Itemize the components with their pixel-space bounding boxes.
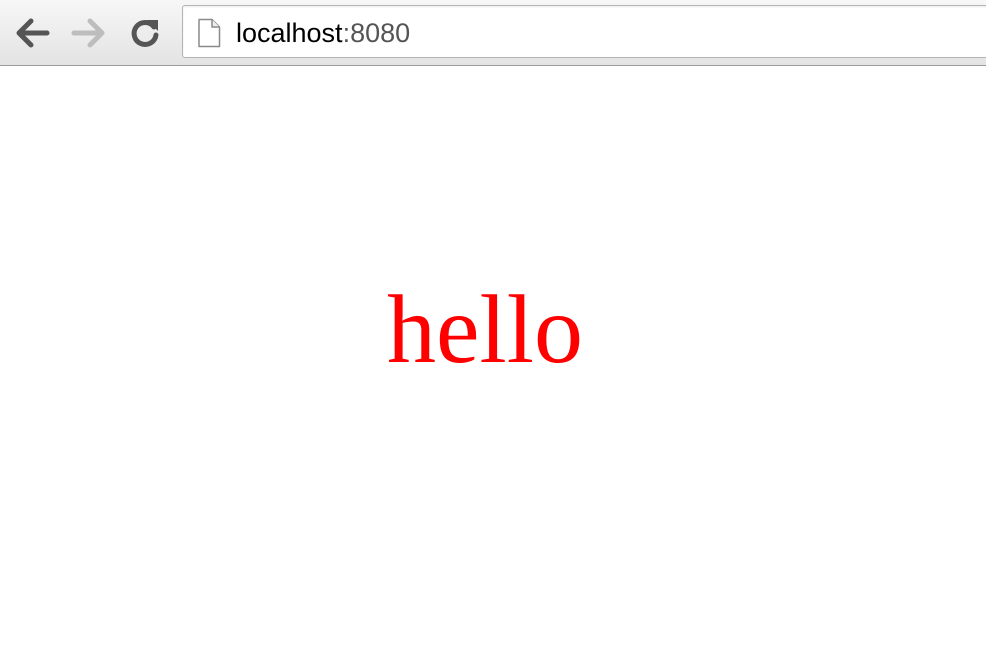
arrow-right-icon bbox=[71, 18, 105, 48]
reload-icon bbox=[131, 19, 159, 47]
back-button[interactable] bbox=[13, 13, 53, 53]
hello-text: hello bbox=[387, 276, 583, 384]
document-icon bbox=[198, 18, 221, 48]
page-content: hello bbox=[0, 67, 986, 670]
reload-button[interactable] bbox=[125, 13, 165, 53]
arrow-left-icon bbox=[16, 18, 50, 48]
forward-button[interactable] bbox=[68, 13, 108, 53]
url-port: :8080 bbox=[342, 18, 411, 48]
browser-toolbar: localhost:8080 bbox=[0, 0, 986, 66]
url-host: localhost bbox=[236, 18, 343, 48]
address-bar[interactable]: localhost:8080 bbox=[182, 5, 986, 58]
url-text[interactable]: localhost:8080 bbox=[236, 18, 410, 48]
